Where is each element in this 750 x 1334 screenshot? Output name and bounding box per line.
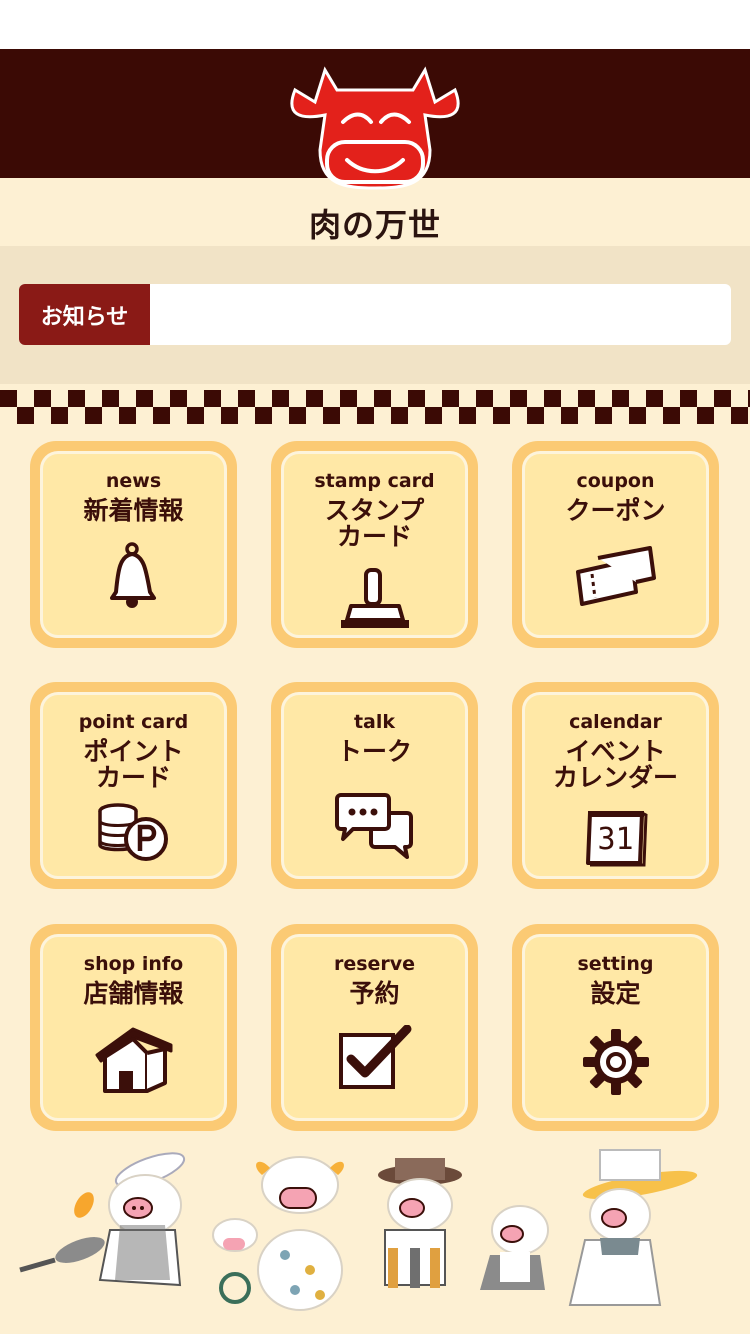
tile-label-en: calendar [569, 711, 662, 733]
bell-icon [109, 542, 156, 608]
menu-tile-news[interactable]: news 新着情報 [30, 441, 237, 648]
checkbox-icon [338, 1025, 411, 1089]
tile-label-en: news [105, 470, 162, 492]
chat-bubbles-icon [334, 793, 413, 859]
status-bar [0, 0, 750, 49]
pig-chef-icon [19, 1152, 186, 1287]
menu-tile-setting[interactable]: setting 設定 [512, 924, 719, 1131]
tile-panel: coupon クーポン [522, 451, 709, 638]
cow-family-icon [212, 1156, 344, 1311]
calendar-icon: 31 [584, 809, 648, 867]
mascot-characters-illustration [19, 1149, 698, 1311]
tile-panel: stamp card スタンプ カード [281, 451, 468, 638]
tile-label-jp: 設定 [590, 979, 641, 1008]
cow-logo-icon [290, 66, 460, 190]
menu-tile-calendar[interactable]: calendar イベント カレンダー 31 [512, 682, 719, 889]
tile-panel: point card ポイント カード [40, 692, 227, 879]
coins-icon [97, 803, 168, 861]
house-icon [95, 1027, 172, 1093]
tile-label-jp: 新着情報 [83, 496, 184, 525]
tile-label-jp: トーク [336, 737, 412, 766]
tile-panel: talk トーク [281, 692, 468, 879]
tile-label-en: talk [353, 711, 396, 733]
gear-icon [582, 1029, 649, 1095]
pig-small-icon [480, 1205, 549, 1290]
tile-label-en: point card [78, 711, 189, 733]
coupon-icon [575, 546, 656, 606]
tile-label-en: shop info [83, 953, 184, 975]
tile-panel: shop info 店舗情報 [40, 934, 227, 1121]
menu-tile-talk[interactable]: talk トーク [271, 682, 478, 889]
pig-chef-tall-hat-icon [568, 1149, 698, 1306]
tile-label-en: reserve [333, 953, 416, 975]
menu-tile-point-card[interactable]: point card ポイント カード [30, 682, 237, 889]
tile-label-jp: クーポン [565, 496, 666, 525]
notice-label: お知らせ [19, 284, 150, 345]
tile-label-jp: イベント カレンダー [552, 737, 678, 792]
tile-label-jp: 予約 [349, 979, 400, 1008]
menu-tile-stamp-card[interactable]: stamp card スタンプ カード [271, 441, 478, 648]
tile-label-en: setting [577, 953, 654, 975]
tile-label-jp: ポイント カード [83, 737, 184, 792]
menu-tile-shop-info[interactable]: shop info 店舗情報 [30, 924, 237, 1131]
brand-name: 肉の万世 [308, 206, 441, 244]
tile-label-en: stamp card [314, 470, 435, 492]
tile-panel: setting 設定 [522, 934, 709, 1121]
tile-label-jp: スタンプ カード [324, 496, 425, 551]
checker-divider-bottom [0, 407, 750, 424]
pig-hat-icon [378, 1158, 462, 1288]
stamp-icon [340, 568, 409, 628]
tile-panel: calendar イベント カレンダー 31 [522, 692, 709, 879]
tile-label-en: coupon [576, 470, 655, 492]
calendar-day: 31 [597, 822, 634, 857]
tile-label-jp: 店舗情報 [83, 979, 184, 1008]
menu-tile-reserve[interactable]: reserve 予約 [271, 924, 478, 1131]
notice-bar[interactable]: お知らせ [19, 284, 731, 345]
tile-panel: news 新着情報 [40, 451, 227, 638]
menu-tile-coupon[interactable]: coupon クーポン [512, 441, 719, 648]
tile-panel: reserve 予約 [281, 934, 468, 1121]
